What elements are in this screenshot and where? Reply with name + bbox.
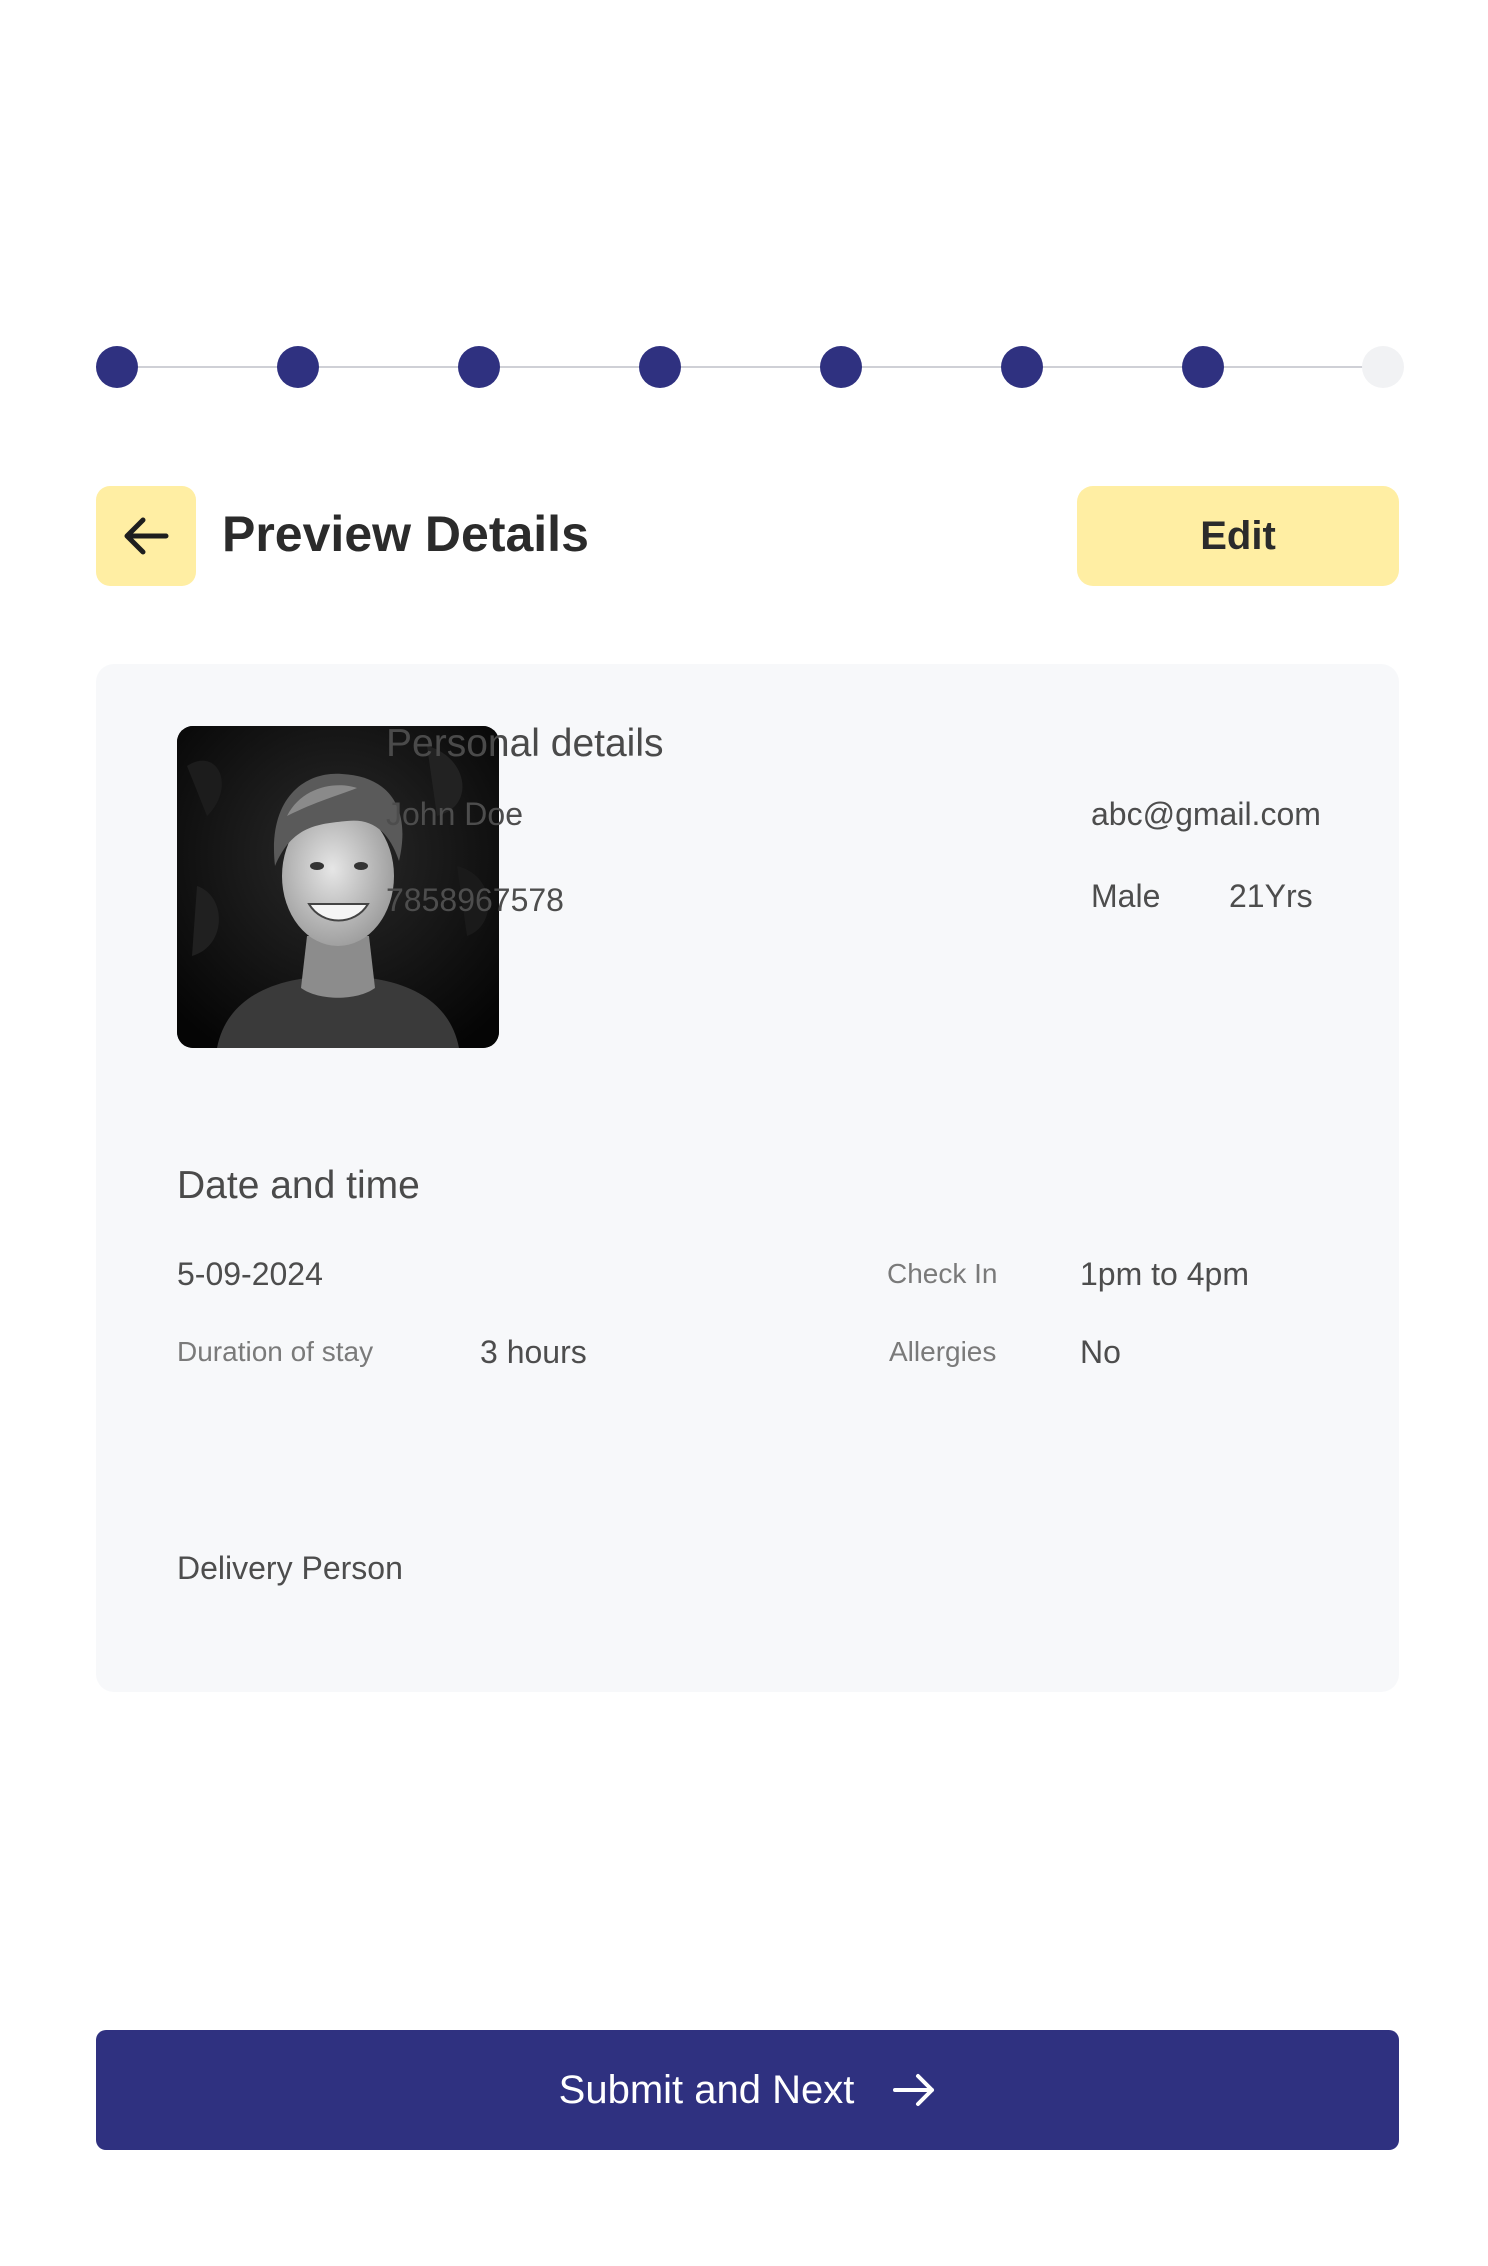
person-name: John Doe bbox=[386, 796, 523, 832]
allergies-value: No bbox=[1080, 1334, 1121, 1370]
edit-button[interactable]: Edit bbox=[1077, 486, 1399, 586]
step-dot-3 bbox=[458, 346, 500, 388]
preview-details-screen: Preview Details Edit Personal details Jo… bbox=[0, 0, 1488, 2266]
details-card: Personal details John Doe 7858967578 abc… bbox=[96, 664, 1399, 1692]
duration-value: 3 hours bbox=[480, 1334, 587, 1370]
progress-stepper bbox=[96, 346, 1404, 388]
page-title: Preview Details bbox=[222, 506, 589, 562]
date-time-title: Date and time bbox=[177, 1164, 420, 1207]
person-age: 21Yrs bbox=[1229, 878, 1313, 914]
step-dot-1 bbox=[96, 346, 138, 388]
person-gender: Male bbox=[1091, 878, 1161, 914]
person-phone: 7858967578 bbox=[386, 882, 564, 918]
back-button[interactable] bbox=[96, 486, 196, 586]
arrow-right-icon bbox=[893, 2074, 935, 2106]
step-dot-5 bbox=[820, 346, 862, 388]
check-in-value: 1pm to 4pm bbox=[1080, 1256, 1249, 1292]
step-dot-2 bbox=[277, 346, 319, 388]
step-dot-4 bbox=[639, 346, 681, 388]
visit-date: 5-09-2024 bbox=[177, 1256, 323, 1292]
submit-label: Submit and Next bbox=[558, 2067, 855, 2112]
personal-details-title: Personal details bbox=[386, 722, 664, 765]
step-dot-6 bbox=[1001, 346, 1043, 388]
duration-label: Duration of stay bbox=[177, 1336, 374, 1367]
step-dot-7 bbox=[1182, 346, 1224, 388]
submit-and-next-button[interactable]: Submit and Next bbox=[96, 2030, 1399, 2150]
step-dot-8 bbox=[1362, 346, 1404, 388]
allergies-label: Allergies bbox=[889, 1336, 997, 1367]
person-email: abc@gmail.com bbox=[1091, 796, 1321, 832]
check-in-label: Check In bbox=[887, 1258, 998, 1289]
delivery-person-label: Delivery Person bbox=[177, 1550, 403, 1586]
arrow-left-icon bbox=[124, 517, 169, 555]
